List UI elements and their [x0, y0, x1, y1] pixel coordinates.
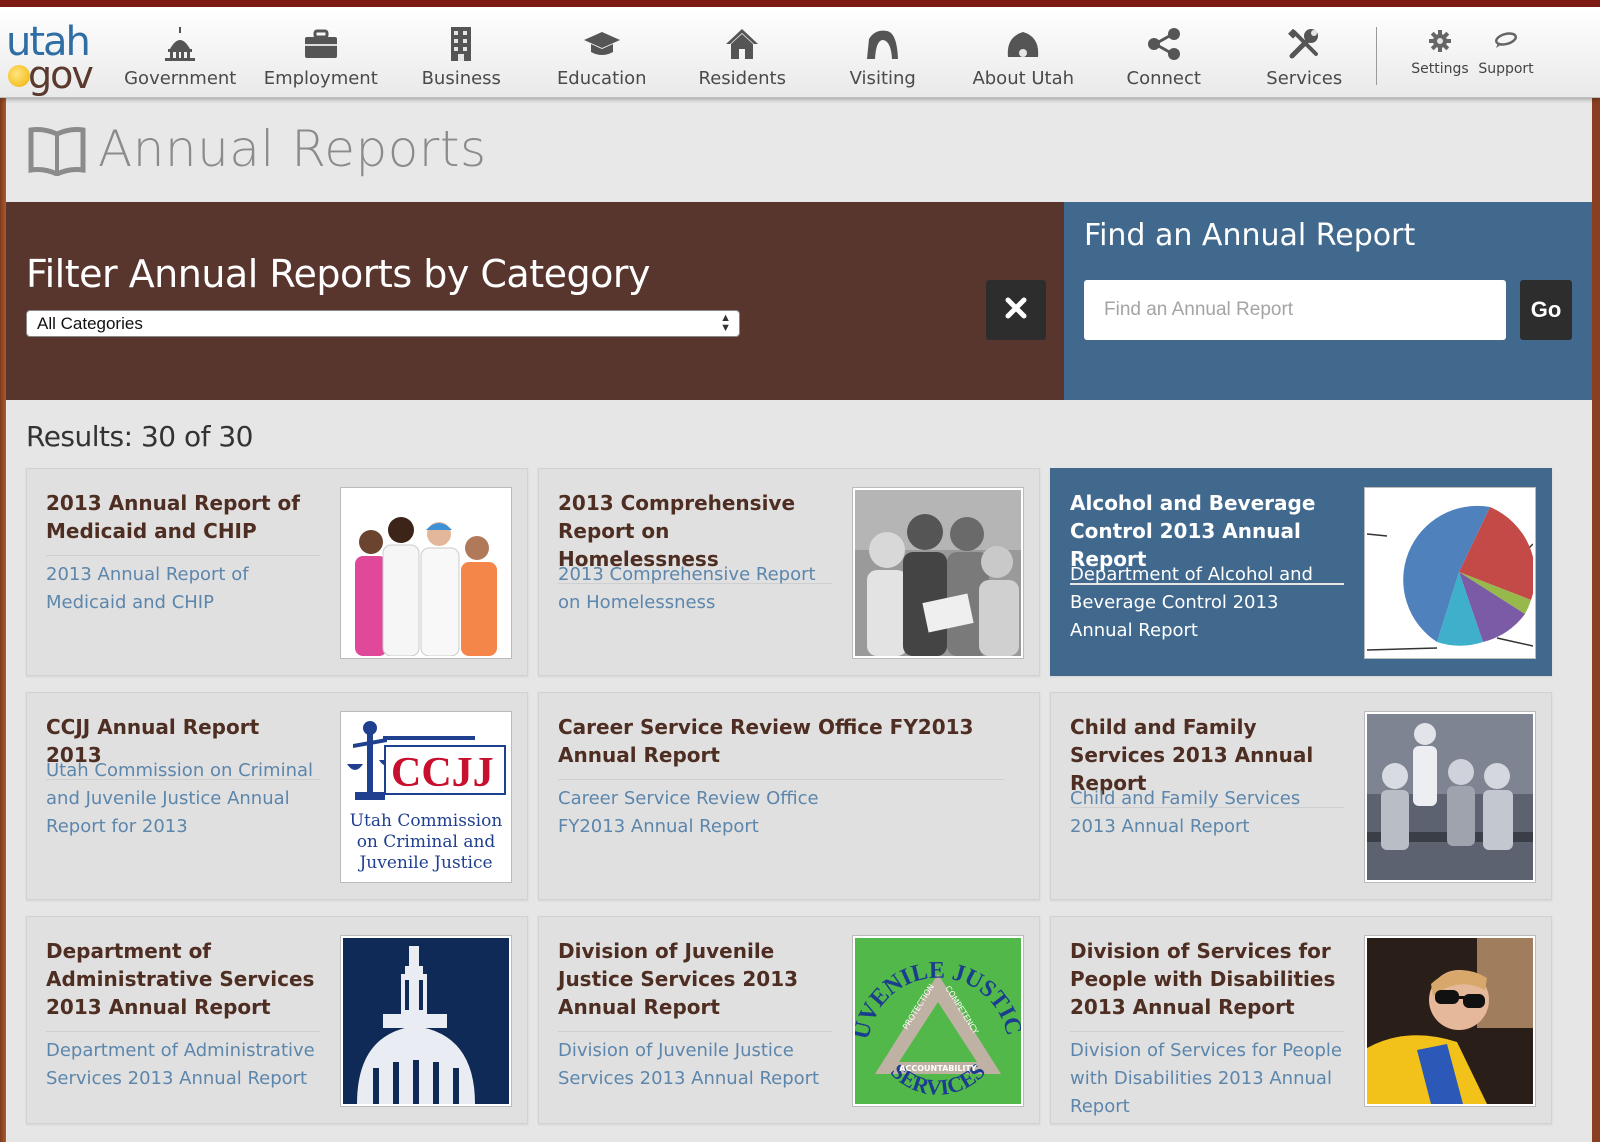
children-reading-photo — [852, 487, 1024, 659]
jjs-base-text: ACCOUNTABILITY — [899, 1064, 977, 1073]
gear-icon — [1428, 29, 1452, 57]
ccjj-line-2: on Criminal and — [357, 832, 496, 852]
house-icon — [725, 24, 759, 64]
top-navigation-bar: utah gov Government Employment Business — [0, 0, 1600, 98]
filter-heading: Filter Annual Reports by Category — [26, 252, 650, 296]
search-heading: Find an Annual Report — [1084, 218, 1416, 253]
nav-label: Connect — [1126, 68, 1201, 89]
capitol-icon — [162, 24, 198, 64]
beehive-icon — [1006, 24, 1040, 64]
report-title[interactable]: Career Service Review Office FY2013 Annu… — [558, 713, 1004, 780]
page-title: Annual Reports — [98, 120, 487, 178]
report-card[interactable]: 2013 Comprehensive Report on Homelessnes… — [538, 468, 1040, 676]
nav-label: Government — [124, 68, 237, 89]
settings-label: Settings — [1411, 61, 1469, 77]
report-card[interactable]: CCJJ Annual Report 2013 Utah Commission … — [26, 692, 528, 900]
report-description[interactable]: Division of Services for People with Dis… — [1070, 1037, 1344, 1121]
report-card[interactable]: Career Service Review Office FY2013 Annu… — [538, 692, 1040, 900]
support-label: Support — [1478, 61, 1534, 77]
tools-icon — [1288, 24, 1320, 64]
nav-label: About Utah — [972, 68, 1075, 89]
search-input[interactable] — [1084, 280, 1506, 340]
ccjj-line-1: Utah Commission — [350, 811, 503, 831]
report-title[interactable]: Division of Juvenile Justice Services 20… — [558, 937, 832, 1032]
report-card[interactable]: Department of Administrative Services 20… — [26, 916, 528, 1124]
pie-chart-image — [1364, 487, 1536, 659]
report-description[interactable]: Child and Family Services 2013 Annual Re… — [1070, 785, 1344, 841]
page-title-bar: Annual Reports — [6, 100, 1592, 202]
report-description[interactable]: Department of Administrative Services 20… — [46, 1037, 320, 1093]
nav-label: Residents — [698, 68, 787, 89]
ccjj-logo: CCJJ Utah Commission on Criminal and Juv… — [340, 711, 512, 883]
arch-icon — [865, 24, 901, 64]
book-icon — [28, 126, 86, 180]
clear-filter-button[interactable] — [986, 280, 1046, 340]
graduation-cap-icon — [583, 24, 620, 64]
report-title[interactable]: Division of Services for People with Dis… — [1070, 937, 1344, 1032]
close-icon — [1005, 297, 1027, 323]
juvenile-justice-logo: JUVENILE JUSTICE SERVICES PROTECTION COM… — [852, 935, 1024, 1107]
category-select[interactable]: All Categories ▲ ▼ — [26, 310, 740, 337]
utah-gov-logo[interactable]: utah gov — [6, 15, 106, 97]
nav-label: Visiting — [849, 68, 916, 89]
report-card-selected[interactable]: Alcohol and Beverage Control 2013 Annual… — [1050, 468, 1552, 676]
report-title[interactable]: Department of Administrative Services 20… — [46, 937, 320, 1032]
nav-item-connect[interactable]: Connect — [1094, 7, 1235, 99]
report-description[interactable]: Department of Alcohol and Beverage Contr… — [1070, 561, 1344, 645]
medical-staff-photo — [340, 487, 512, 659]
nav-label: Services — [1266, 68, 1343, 89]
building-icon — [449, 24, 473, 64]
nav-item-employment[interactable]: Employment — [251, 7, 392, 99]
select-arrows-icon: ▲ ▼ — [720, 312, 731, 334]
ccjj-line-3: Juvenile Justice — [357, 853, 492, 873]
nav-item-visiting[interactable]: Visiting — [813, 7, 954, 99]
main-nav: Government Employment Business Education… — [110, 7, 1375, 99]
nav-item-government[interactable]: Government — [110, 7, 251, 99]
results-area: Results: 30 of 30 2013 Annual Report of … — [6, 400, 1592, 1142]
logo-gov-text: gov — [28, 53, 94, 97]
share-icon — [1147, 24, 1181, 64]
report-description[interactable]: Utah Commission on Criminal and Juvenile… — [46, 757, 320, 841]
ccjj-abbr: CCJJ — [391, 750, 494, 796]
report-description[interactable]: Division of Juvenile Justice Services 20… — [558, 1037, 832, 1093]
report-description[interactable]: Career Service Review Office FY2013 Annu… — [558, 785, 832, 841]
report-description[interactable]: 2013 Comprehensive Report on Homelessnes… — [558, 561, 832, 617]
capitol-dome-image — [340, 935, 512, 1107]
category-select-value: All Categories — [37, 314, 143, 333]
report-card[interactable]: Child and Family Services 2013 Annual Re… — [1050, 692, 1552, 900]
settings-link[interactable]: Settings — [1410, 29, 1470, 77]
briefcase-icon — [304, 24, 338, 64]
nav-item-services[interactable]: Services — [1234, 7, 1375, 99]
nav-divider — [1376, 27, 1377, 85]
nav-item-education[interactable]: Education — [532, 7, 673, 99]
nav-label: Business — [421, 68, 501, 89]
nav-item-business[interactable]: Business — [391, 7, 532, 99]
support-link[interactable]: Support — [1476, 29, 1536, 77]
nav-label: Employment — [263, 68, 378, 89]
sun-icon — [8, 65, 30, 87]
report-card[interactable]: Division of Juvenile Justice Services 20… — [538, 916, 1040, 1124]
nav-label: Education — [556, 68, 647, 89]
go-button[interactable]: Go — [1520, 280, 1572, 340]
category-filter-panel: Filter Annual Reports by Category All Ca… — [6, 202, 1064, 400]
report-title[interactable]: 2013 Annual Report of Medicaid and CHIP — [46, 489, 320, 556]
report-card[interactable]: Division of Services for People with Dis… — [1050, 916, 1552, 1124]
nav-item-about-utah[interactable]: About Utah — [953, 7, 1094, 99]
search-panel: Find an Annual Report Go — [1064, 202, 1592, 400]
report-description[interactable]: 2013 Annual Report of Medicaid and CHIP — [46, 561, 320, 617]
family-photo — [1364, 711, 1536, 883]
report-card[interactable]: 2013 Annual Report of Medicaid and CHIP … — [26, 468, 528, 676]
results-count: Results: 30 of 30 — [26, 420, 253, 453]
nav-item-residents[interactable]: Residents — [672, 7, 813, 99]
support-icon — [1493, 29, 1519, 57]
child-with-sunglasses-photo — [1364, 935, 1536, 1107]
